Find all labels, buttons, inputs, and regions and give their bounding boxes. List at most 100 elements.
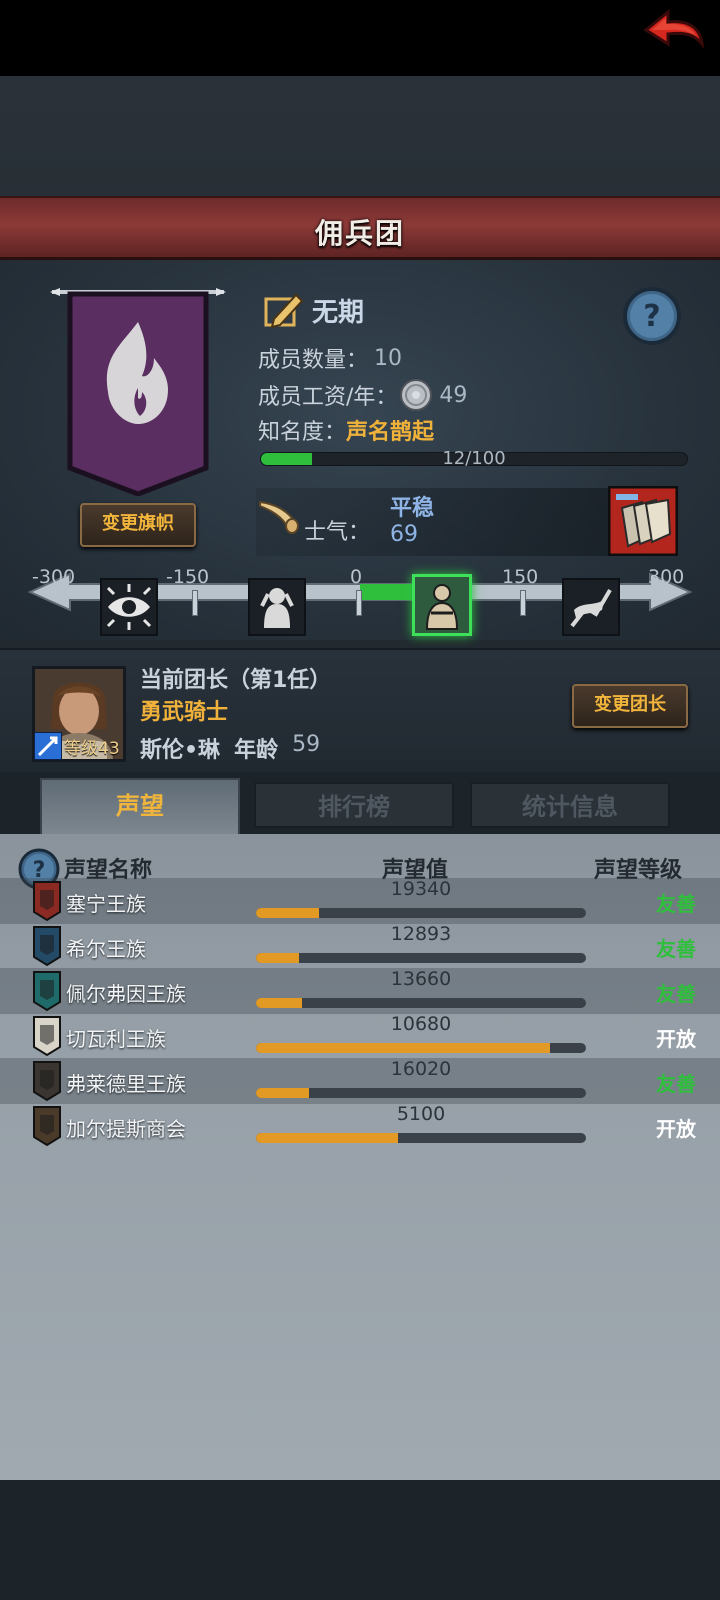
leader-name-row: 斯伦•琳 年龄 59: [140, 732, 320, 764]
scale-tick: [356, 590, 362, 616]
help-button[interactable]: ?: [622, 286, 682, 346]
company-banner: [50, 288, 226, 497]
morale-level-charge[interactable]: [562, 578, 620, 636]
faction-name: 佩尔弗因王族: [66, 982, 186, 1006]
faction-crest-icon: [32, 925, 62, 967]
company-name-row: 无期: [264, 290, 364, 330]
reputation-progress-fill: [256, 1043, 550, 1053]
silver-coin-icon: [400, 379, 433, 411]
reputation-value: 12893: [390, 923, 452, 945]
reputation-progress-fill: [256, 1133, 398, 1143]
table-row[interactable]: 切瓦利王族 10680 开放: [0, 1013, 720, 1059]
scale-tick-label: 150: [502, 566, 539, 588]
table-row[interactable]: 加尔提斯商会 5100 开放: [0, 1103, 720, 1149]
despair-icon: [250, 580, 304, 634]
morale-value: 69: [390, 522, 418, 547]
company-name: 无期: [312, 297, 365, 328]
fame-row: 知名度： 声名鹊起: [258, 414, 434, 446]
faction-crest-icon: [32, 1105, 62, 1147]
reputation-value: 13660: [390, 968, 452, 990]
tab-statistics[interactable]: 统计信息: [470, 782, 670, 828]
reputation-level: 友善: [656, 982, 696, 1006]
table-row[interactable]: 佩尔弗因王族 13660 友善: [0, 968, 720, 1014]
fame-state: 声名鹊起: [346, 420, 435, 445]
tab-reputation[interactable]: 声望: [40, 778, 240, 834]
member-count-row: 成员数量： 10: [258, 342, 402, 374]
bottom-bar: [0, 1480, 720, 1600]
scale-tick: [520, 590, 526, 616]
scale-tick-label: -150: [166, 566, 210, 588]
shield-wall-button[interactable]: [607, 485, 679, 557]
eye-icon: [102, 580, 156, 634]
shield-wall-icon: [607, 485, 679, 557]
leader-class: 勇武骑士: [140, 700, 229, 725]
faction-name: 塞宁王族: [66, 892, 146, 916]
reputation-level: 友善: [656, 892, 696, 916]
reputation-value: 16020: [390, 1058, 452, 1080]
change-leader-button[interactable]: 变更团长: [572, 684, 688, 728]
wage-value: 49: [439, 382, 468, 408]
morale-level-steady[interactable]: [412, 574, 472, 636]
faction-name: 希尔王族: [66, 937, 146, 961]
edit-name-icon[interactable]: [264, 291, 304, 329]
reputation-progress-fill: [256, 953, 299, 963]
table-row[interactable]: 希尔王族 12893 友善: [0, 923, 720, 969]
calm-figure-icon: [415, 577, 469, 633]
scale-tick-label: -300: [32, 566, 76, 588]
member-count-label: 成员数量：: [258, 348, 369, 373]
reputation-progress-fill: [256, 1088, 309, 1098]
reputation-progress-bar: [256, 1133, 586, 1143]
leader-title: 当前团长（第1任）: [140, 668, 332, 693]
scale-tick-label: 0: [350, 566, 363, 588]
faction-crest-icon: [32, 970, 62, 1012]
reputation-progress-fill: [256, 908, 319, 918]
page-title: 佣兵团: [314, 217, 405, 250]
fame-progress-text: 12/100: [442, 448, 506, 469]
leader-age-label: 年龄: [234, 738, 279, 763]
table-row[interactable]: 弗莱德里王族 16020 友善: [0, 1058, 720, 1104]
morale-label: 士气：: [304, 520, 371, 545]
faction-crest-icon: [32, 1060, 62, 1102]
screen: 佣兵团 变更旗帜 无期 ? 成员数量： 10 成员工资/年： 49 知名度： 声…: [0, 0, 720, 1600]
morale-level-eye[interactable]: [100, 578, 158, 636]
scale-tick-label: 300: [648, 566, 685, 588]
faction-name: 弗莱德里王族: [66, 1072, 186, 1096]
table-row[interactable]: 塞宁王族 19340 友善: [0, 878, 720, 924]
faction-crest-icon: [32, 880, 62, 922]
reputation-level: 友善: [656, 937, 696, 961]
reputation-value: 19340: [390, 878, 452, 900]
charge-icon: [564, 580, 618, 634]
tab-leaderboard[interactable]: 排行榜: [254, 782, 454, 828]
reputation-progress-bar: [256, 953, 586, 963]
leader-level: 等级43: [64, 738, 120, 759]
reputation-level: 开放: [656, 1027, 696, 1051]
morale-state: 平稳: [390, 496, 435, 521]
reputation-value: 10680: [390, 1013, 452, 1035]
reputation-progress-bar: [256, 1043, 586, 1053]
back-arrow-icon: [643, 8, 705, 49]
status-bar: [0, 0, 720, 76]
member-count-value: 10: [374, 345, 403, 371]
question-icon: ?: [623, 287, 681, 345]
back-button[interactable]: [638, 4, 708, 58]
fame-label: 知名度：: [258, 420, 347, 445]
change-flag-button[interactable]: 变更旗帜: [80, 503, 196, 547]
svg-text:?: ?: [643, 299, 660, 334]
morale-level-despair[interactable]: [248, 578, 306, 636]
reputation-progress-bar: [256, 998, 586, 1008]
reputation-level: 开放: [656, 1117, 696, 1141]
leader-level-badge: 等级43: [34, 732, 124, 760]
leader-name: 斯伦•琳: [140, 738, 221, 763]
flame-banner-icon: [50, 288, 226, 497]
faction-name: 切瓦利王族: [66, 1027, 166, 1051]
leader-age: 59: [292, 732, 321, 757]
reputation-progress-bar: [256, 908, 586, 918]
wage-label: 成员工资/年：: [258, 385, 398, 410]
sword-class-icon: [34, 732, 62, 760]
title-banner: 佣兵团: [0, 196, 720, 260]
wage-row: 成员工资/年： 49: [258, 378, 467, 412]
faction-name: 加尔提斯商会: [66, 1117, 186, 1141]
reputation-level: 友善: [656, 1072, 696, 1096]
reputation-progress-fill: [256, 998, 303, 1008]
horn-icon: [259, 500, 299, 534]
